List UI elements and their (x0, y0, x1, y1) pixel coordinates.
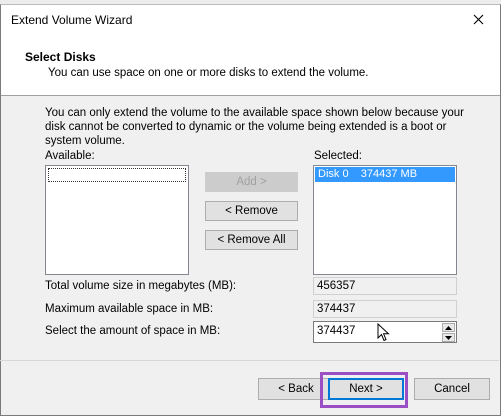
focus-rectangle (48, 168, 186, 182)
spinner-buttons (442, 323, 455, 342)
close-button[interactable] (456, 5, 500, 33)
cancel-button[interactable]: Cancel (414, 378, 490, 400)
amount-label: Select the amount of space in MB: (45, 325, 221, 337)
amount-input[interactable]: 374437 (317, 325, 355, 337)
page-subtitle: You can use space on one or more disks t… (48, 67, 369, 79)
add-button[interactable]: Add > (205, 172, 298, 192)
spin-down-button[interactable] (442, 333, 455, 342)
arrow-down-icon (445, 335, 452, 340)
next-button[interactable]: Next > (328, 378, 404, 400)
window-title: Extend Volume Wizard (11, 13, 133, 27)
arrow-up-icon (445, 325, 452, 330)
list-item[interactable]: Disk 0 374437 MB (315, 167, 455, 182)
remove-button[interactable]: < Remove (205, 201, 298, 221)
max-space-label: Maximum available space in MB: (45, 303, 214, 315)
mouse-cursor-icon (377, 323, 390, 342)
selected-listbox[interactable]: Disk 0 374437 MB (313, 165, 457, 275)
max-space-value: 374437 (313, 300, 457, 318)
wizard-header: Select Disks You can use space on one or… (1, 33, 500, 96)
disk-name: Disk 0 (318, 168, 349, 180)
description-text: You can only extend the volume to the av… (45, 107, 464, 147)
available-listbox[interactable] (45, 165, 189, 275)
disk-size: 374437 MB (360, 168, 418, 180)
footer-separator (0, 360, 499, 361)
spin-up-button[interactable] (442, 323, 455, 332)
page-title: Select Disks (25, 50, 96, 64)
close-icon (473, 14, 483, 24)
remove-all-button[interactable]: < Remove All (205, 230, 298, 250)
selected-label: Selected: (314, 150, 362, 162)
total-size-label: Total volume size in megabytes (MB): (45, 280, 237, 292)
available-label: Available: (45, 150, 95, 162)
total-size-value: 456357 (313, 277, 457, 295)
title-bar: Extend Volume Wizard (1, 5, 500, 33)
